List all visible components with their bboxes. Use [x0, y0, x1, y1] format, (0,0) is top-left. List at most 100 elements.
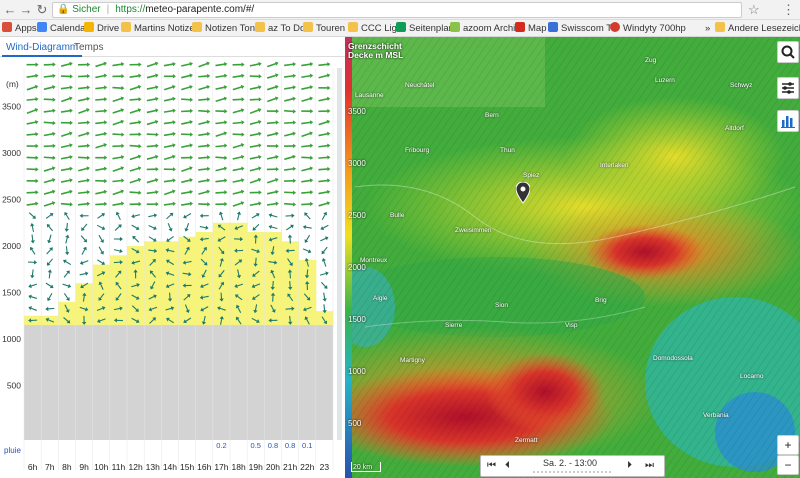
diagram-scrollbar[interactable] [337, 68, 342, 440]
hour-label[interactable]: 6h [28, 462, 38, 472]
browser-menu-icon[interactable]: ⋮ [782, 2, 795, 18]
hour-label[interactable]: 18h [231, 462, 245, 472]
wind-arrow [215, 73, 228, 79]
wind-arrow [198, 84, 211, 91]
map-chart-button[interactable] [777, 110, 799, 132]
wind-arrow [285, 213, 295, 218]
zoom-out-button[interactable]: − [777, 455, 799, 475]
hour-label[interactable]: 20h [266, 462, 280, 472]
wind-arrow [30, 222, 35, 232]
back-icon[interactable]: ← [2, 2, 18, 18]
hour-label[interactable]: 19h [249, 462, 263, 472]
bookmarks-more-icon[interactable]: » [705, 22, 710, 35]
wind-arrow [146, 166, 159, 172]
hour-label[interactable]: 21h [283, 462, 297, 472]
skip-back-icon[interactable]: ⏮ [487, 460, 496, 471]
wind-arrow [30, 234, 35, 244]
forward-icon[interactable]: → [18, 2, 34, 18]
wind-arrow [318, 201, 331, 207]
wind-arrow [249, 61, 262, 67]
bookmark-item[interactable]: Calendar [37, 22, 89, 35]
map-settings-button[interactable] [777, 77, 799, 99]
wind-arrow [78, 108, 90, 114]
wind-arrow [301, 109, 314, 114]
wind-arrow [148, 225, 157, 231]
wind-arrow [78, 85, 91, 90]
place-label: Visp [565, 322, 578, 329]
bookmark-item[interactable]: Swisscom TV [548, 22, 618, 35]
hour-label[interactable]: 13h [146, 462, 160, 472]
wind-arrow [198, 189, 211, 195]
hour-label[interactable]: 12h [128, 462, 142, 472]
wind-arrow [318, 143, 331, 148]
tab-temps[interactable]: Temps [70, 40, 107, 57]
swiss-flag-icon [515, 22, 525, 32]
hour-label[interactable]: 15h [180, 462, 194, 472]
wind-arrow [232, 120, 245, 125]
wind-arrow [95, 73, 108, 79]
bookmark-item[interactable]: Notizen Toni [192, 22, 257, 35]
hour-label[interactable]: 14h [163, 462, 177, 472]
hour-label[interactable]: 17h [214, 462, 228, 472]
time-slider[interactable] [533, 469, 611, 475]
bookmark-item[interactable]: Drive [84, 22, 119, 35]
zoom-in-button[interactable]: + [777, 435, 799, 455]
altitude-tick: 500 [7, 381, 21, 391]
address-bar[interactable]: 🔒 Sicher | https://meteo-parapente.com/#/ [52, 2, 742, 18]
map-search-button[interactable] [777, 41, 799, 63]
wind-arrow [98, 234, 104, 243]
wind-diagram[interactable]: (m) 3500 3000 2500 2000 1500 1000 500 pluie 0.2 0.… [0, 58, 345, 478]
wind-arrow [318, 131, 331, 137]
wind-arrow [198, 178, 211, 183]
rain-value: 0.5 [251, 441, 261, 450]
map-view[interactable]: Grenzschicht Decke m MSL 3500 3000 2500 … [345, 37, 800, 478]
bar-chart-icon [781, 116, 795, 128]
wind-arrow [64, 246, 70, 256]
wind-arrow [284, 109, 297, 114]
bookmark-item[interactable]: Martins Notizen [121, 22, 200, 35]
wind-arrow [43, 62, 56, 67]
hour-label[interactable]: 10h [94, 462, 108, 472]
bookmark-item[interactable]: Windyty 700hp [610, 22, 686, 35]
hour-label[interactable]: 8h [62, 462, 72, 472]
other-bookmarks[interactable]: Andere Lesezeichen [715, 22, 800, 35]
bookmark-item[interactable]: azoom Archiv [450, 22, 520, 35]
bookmark-item[interactable]: CCC Liga [348, 22, 402, 35]
location-pin-icon[interactable] [516, 182, 530, 204]
terrain-map[interactable] [345, 37, 800, 478]
wind-arrow [163, 178, 176, 183]
bookmark-item[interactable]: Apps [2, 22, 37, 35]
wind-arrow [266, 96, 279, 103]
hour-label[interactable]: 22h [300, 462, 314, 472]
step-forward-icon[interactable]: ⏵ [627, 460, 632, 471]
bookmark-item[interactable]: Touren [303, 22, 345, 35]
hour-label[interactable]: 23 [320, 462, 330, 472]
wind-arrow [95, 120, 108, 125]
step-back-icon[interactable]: ⏴ [505, 460, 510, 471]
wind-arrow [266, 154, 279, 160]
wind-arrow [215, 85, 228, 90]
wind-arrow [232, 178, 245, 183]
azoom-icon [450, 22, 460, 32]
wind-arrow [232, 189, 245, 195]
hour-label[interactable]: 9h [79, 462, 89, 472]
hour-label[interactable]: 16h [197, 462, 211, 472]
skip-forward-icon[interactable]: ⏭ [645, 460, 654, 471]
bookmark-label: azoom Archiv [463, 23, 521, 34]
wind-arrow [28, 212, 36, 219]
hour-label[interactable]: 7h [45, 462, 55, 472]
bookmark-item[interactable]: az To Do [255, 22, 305, 35]
wind-arrow [112, 189, 125, 196]
relief-shading [345, 37, 800, 478]
wind-arrow [266, 143, 279, 149]
wind-arrow [129, 166, 142, 172]
reload-icon[interactable]: ↻ [34, 2, 50, 18]
hour-label[interactable]: 11h [112, 462, 126, 472]
wind-arrow [284, 190, 297, 195]
folder-icon [348, 22, 358, 32]
bookmark-star-icon[interactable]: ☆ [748, 2, 760, 18]
wind-arrow [302, 224, 312, 230]
bookmark-item[interactable]: Map [515, 22, 546, 35]
wind-arrow [78, 166, 90, 172]
bookmark-item[interactable]: Seitenplan [396, 22, 454, 35]
